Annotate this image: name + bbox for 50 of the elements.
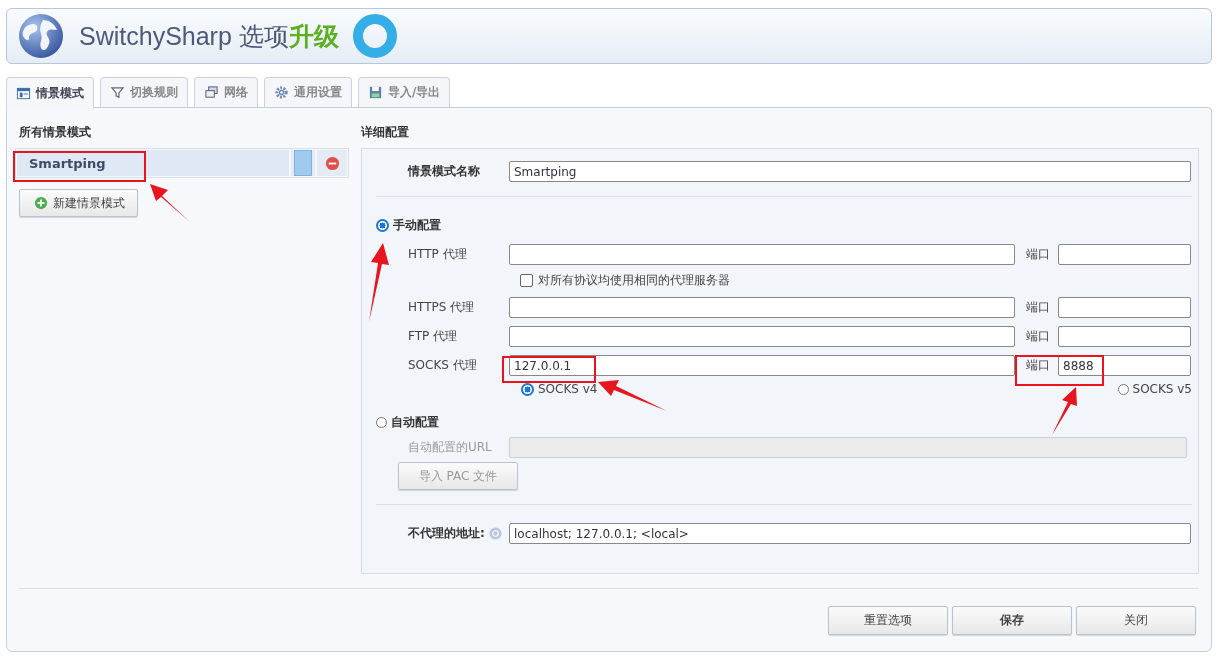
form-icon	[16, 86, 31, 101]
profile-item[interactable]: Smartping	[17, 150, 289, 176]
color-swatch[interactable]	[291, 150, 315, 176]
tab[interactable]: 情景模式	[6, 77, 94, 109]
host-field[interactable]	[509, 244, 1015, 265]
field-label: 端口	[1025, 357, 1051, 374]
footer-button[interactable]: 关闭	[1076, 606, 1196, 635]
section-heading: 详细配置	[361, 124, 410, 141]
ring-icon	[350, 12, 399, 60]
delete-button[interactable]	[317, 150, 347, 176]
field-label: FTP 代理	[408, 328, 459, 345]
radio-button[interactable]	[376, 218, 389, 232]
filter-icon	[110, 85, 125, 100]
field-label: 自动配置的URL	[408, 439, 493, 456]
profile-name-field[interactable]: Smartping	[509, 161, 1191, 182]
field-label: SOCKS 代理	[408, 357, 478, 374]
plus-circle-icon	[34, 196, 48, 210]
minus-circle-icon	[324, 155, 340, 171]
checkbox[interactable]	[520, 273, 533, 287]
radio-label: SOCKS v5	[1132, 382, 1192, 396]
radio-label: 自动配置	[391, 413, 439, 431]
settings-icon	[274, 85, 289, 100]
radio-label: SOCKS v4	[538, 382, 598, 396]
field-label: 不代理的地址:	[408, 525, 485, 542]
radio-button[interactable]	[1117, 383, 1129, 395]
network-icon	[204, 85, 219, 100]
field-label: 端口	[1025, 328, 1051, 345]
field-label: 情景模式名称	[408, 163, 481, 180]
field-label: 端口	[1025, 299, 1051, 316]
checkbox-label: 对所有协议均使用相同的代理服务器	[538, 271, 730, 289]
section-heading: 所有情景模式	[19, 124, 92, 141]
field-label: HTTPS 代理	[408, 299, 476, 316]
footer-button[interactable]: 保存	[952, 606, 1072, 635]
annotation-arrow	[598, 380, 667, 411]
globe-icon	[17, 12, 65, 60]
host-field[interactable]	[509, 326, 1015, 347]
port-field[interactable]	[1058, 326, 1191, 347]
new-profile-button[interactable]: 新建情景模式	[19, 189, 138, 217]
port-field[interactable]	[1058, 244, 1191, 265]
port-field[interactable]: 8888	[1058, 355, 1191, 376]
annotation-arrow	[1052, 387, 1077, 435]
host-field[interactable]	[509, 297, 1015, 318]
app-title: SwitchySharp 选项	[79, 20, 289, 52]
field-label: 端口	[1025, 246, 1051, 263]
radio-label: 手动配置	[393, 216, 441, 234]
footer-button[interactable]: 重置选项	[828, 606, 948, 635]
bypass-field[interactable]: localhost; 127.0.0.1; <local>	[509, 523, 1191, 544]
host-field[interactable]: 127.0.0.1	[509, 355, 1015, 376]
field-label: HTTP 代理	[408, 246, 468, 263]
port-field[interactable]	[1058, 297, 1191, 318]
